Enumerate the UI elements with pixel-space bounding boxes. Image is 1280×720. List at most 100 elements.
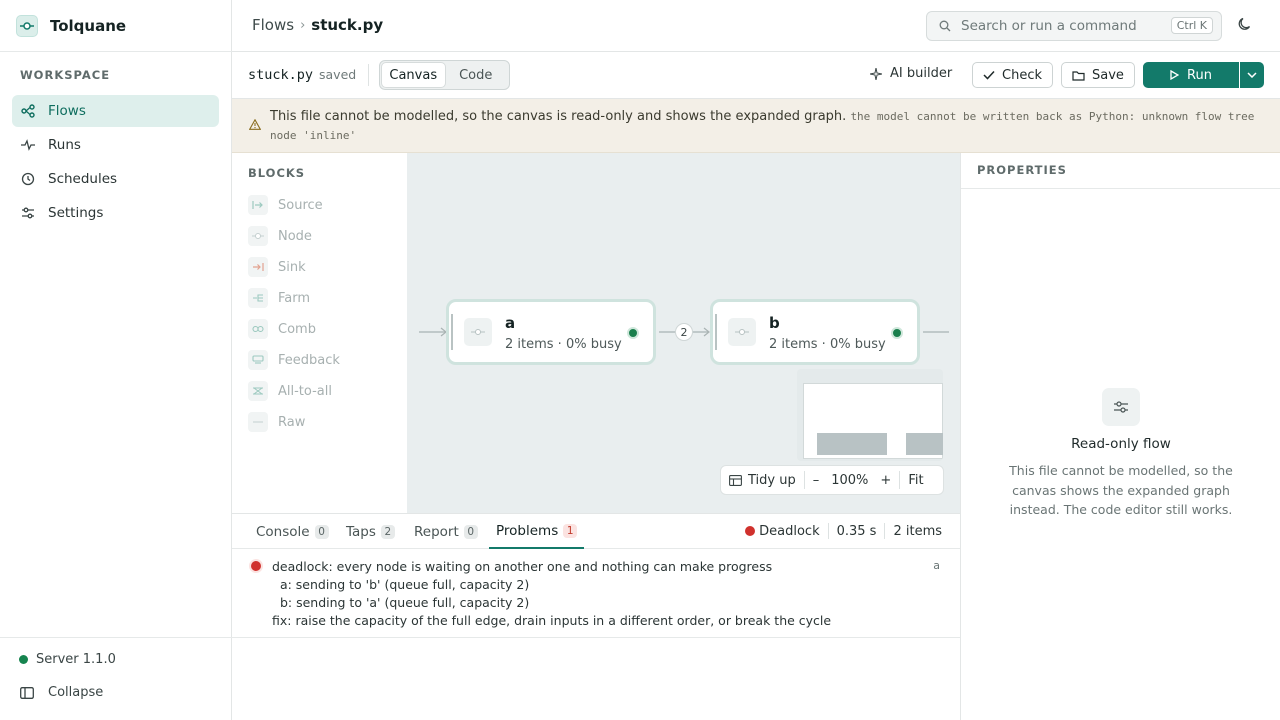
divider [0,51,232,52]
block-label: Node [278,228,312,244]
problem-detail: b: sending to 'a' (queue full, capacity … [272,595,530,610]
command-search[interactable]: Search or run a command Ctrl K [926,11,1222,41]
tab-count: 1 [563,523,578,538]
error-dot-icon [251,561,261,571]
chevron-down-icon [1247,72,1257,78]
flow-canvas[interactable]: a 2 items · 0% busy 2 b 2 items · 0% bus… [407,153,960,513]
flow-node-b[interactable]: b 2 items · 0% busy [710,299,920,365]
collapse-label: Collapse [48,685,104,700]
error-dot-icon [745,526,756,536]
tab-label: Taps [346,523,376,540]
edge-capacity-badge[interactable]: 2 [675,323,693,341]
block-comb[interactable]: Comb [248,318,316,340]
sidebar-collapse-icon [20,686,34,699]
node-name: b [769,314,780,332]
layout-icon [729,474,742,486]
block-label: Source [278,197,323,213]
search-placeholder: Search or run a command [961,18,1137,34]
canvas-view-button[interactable]: Canvas [382,63,445,87]
folder-icon [1072,70,1085,81]
banner-main-text: This file cannot be modelled, so the can… [270,109,847,124]
block-source[interactable]: Source [248,194,323,216]
tab-taps[interactable]: Taps 2 [346,514,395,549]
block-label: All-to-all [278,383,332,399]
node-status-dot [627,327,639,339]
zoom-in-button[interactable]: + [872,471,899,489]
sparkle-icon [870,67,882,80]
fit-button[interactable]: Fit [900,471,931,489]
check-button[interactable]: Check [972,62,1053,88]
tab-problems[interactable]: Problems 1 [489,514,585,549]
breadcrumb-current-file: stuck.py [311,16,384,34]
properties-header: PROPERTIES [961,153,1280,189]
empty-state-title: Read-only flow [1071,436,1171,452]
farm-icon [248,288,268,308]
breadcrumb-flows[interactable]: Flows [252,16,294,34]
problem-message: deadlock: every node is waiting on anoth… [272,559,773,574]
server-status: Server 1.1.0 [19,652,116,667]
sliders-icon [1102,388,1140,426]
tab-report[interactable]: Report 0 [414,514,478,549]
bottom-panel: Console 0 Taps 2 Report 0 Problems 1 Dea… [232,513,960,720]
tidy-up-button[interactable]: Tidy up [721,471,804,489]
block-label: Feedback [278,352,340,368]
node-icon [464,318,492,346]
block-farm[interactable]: Farm [248,287,310,309]
sidebar-item-schedules[interactable]: Schedules [12,163,219,195]
app-logo-icon [16,15,38,37]
node-name: a [505,314,516,332]
check-icon [983,70,995,80]
problem-fix: fix: raise the capacity of the full edge… [272,613,832,628]
block-label: Farm [278,290,311,306]
keyboard-shortcut: Ctrl K [1170,17,1213,34]
minimap[interactable] [797,369,943,461]
check-label: Check [1002,67,1042,83]
collapse-button[interactable]: Collapse [20,685,103,700]
block-all-to-all[interactable]: All-to-all [248,380,332,402]
tab-label: Console [256,523,310,540]
save-button[interactable]: Save [1061,62,1135,88]
clock-icon [21,172,35,186]
flow-node-a[interactable]: a 2 items · 0% busy [446,299,656,365]
run-options-button[interactable] [1240,62,1264,88]
run-button[interactable]: Run [1143,62,1239,88]
minus-icon: – [812,472,820,488]
minimap-node [817,433,887,455]
file-name: stuck.py [248,67,314,83]
view-toggle: Canvas Code [379,60,510,90]
block-raw[interactable]: Raw [248,411,305,433]
sidebar-item-flows[interactable]: Flows [12,95,219,127]
problem-node-link[interactable]: a [933,559,940,572]
block-feedback[interactable]: Feedback [248,349,340,371]
search-icon [939,20,951,32]
theme-toggle-button[interactable] [1237,16,1255,34]
ai-builder-label: AI builder [890,66,953,81]
blocks-palette: BLOCKS Source Node Sink Farm Comb Feedba… [232,153,407,513]
runs-icon [21,139,35,151]
bottom-tabs: Console 0 Taps 2 Report 0 Problems 1 Dea… [232,514,960,549]
problem-entry[interactable]: deadlock: every node is waiting on anoth… [232,550,960,638]
properties-title: PROPERTIES [977,163,1067,177]
block-sink[interactable]: Sink [248,256,306,278]
tab-count: 0 [463,524,478,539]
zoom-out-button[interactable]: – [805,471,828,489]
tab-count: 2 [380,524,395,539]
ai-builder-button[interactable]: AI builder [870,66,952,81]
divider [368,64,369,86]
sidebar-item-settings[interactable]: Settings [12,197,219,229]
tab-console[interactable]: Console 0 [256,514,329,549]
sidebar: Tolquane WORKSPACE Flows Runs Schedules … [0,0,232,720]
editor-toolbar: stuck.py saved Canvas Code AI builder Ch… [232,52,1280,99]
block-node[interactable]: Node [248,225,312,247]
sliders-icon [22,207,34,219]
zoom-level: 100% [831,472,869,488]
node-icon [728,318,756,346]
code-view-button[interactable]: Code [445,63,508,87]
raw-icon [248,412,268,432]
brand[interactable]: Tolquane [16,14,126,38]
comb-icon [248,319,268,339]
sidebar-item-runs[interactable]: Runs [12,129,219,161]
tab-label: Report [414,523,459,540]
banner-message: This file cannot be modelled, so the can… [270,107,1260,145]
status-items: 2 items [893,523,942,539]
